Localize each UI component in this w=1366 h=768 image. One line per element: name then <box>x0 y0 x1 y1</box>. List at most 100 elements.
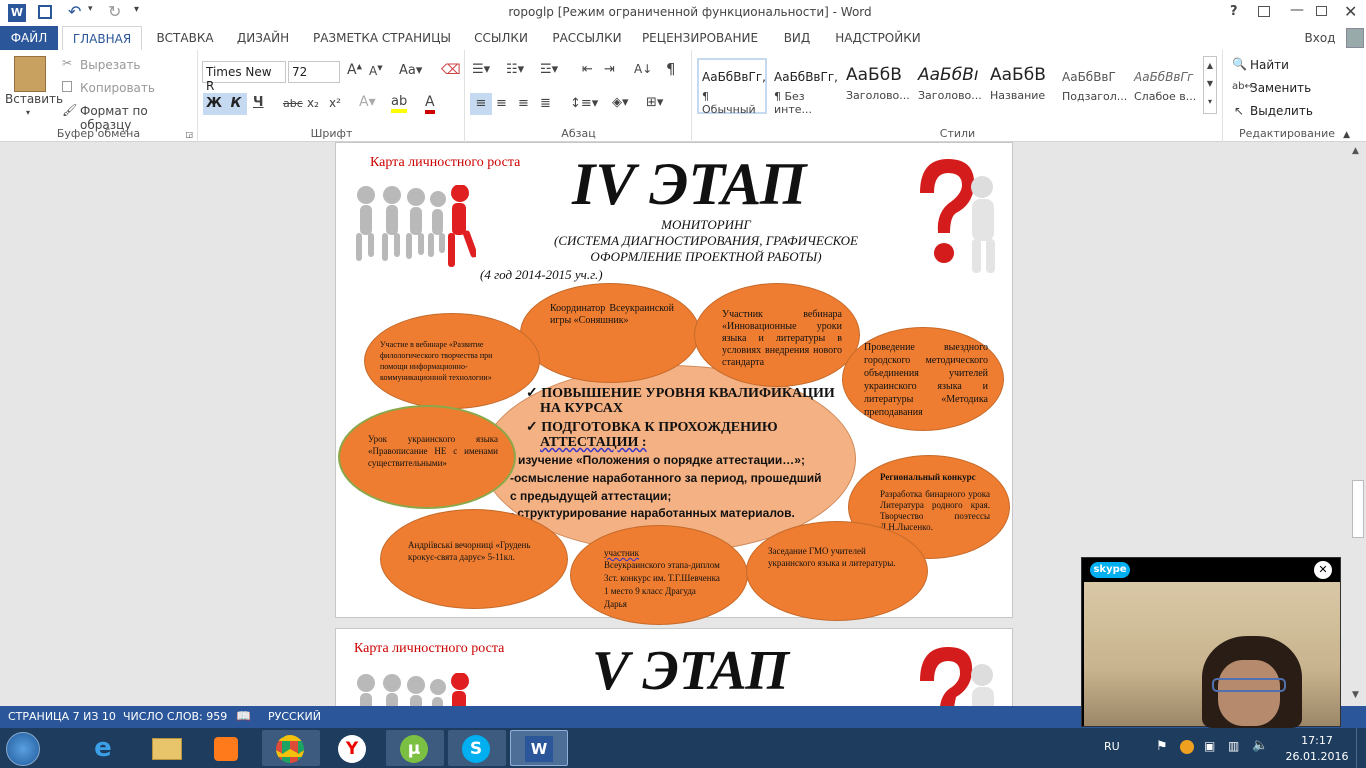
taskbar-utorrent[interactable]: µ <box>386 730 444 766</box>
select-button[interactable]: Выделить <box>1250 104 1313 118</box>
taskbar-chrome[interactable] <box>262 730 320 766</box>
font-size-select[interactable]: 72 <box>288 61 340 83</box>
tab-home[interactable]: ГЛАВНАЯ <box>62 26 142 50</box>
highlight-icon[interactable]: ab <box>391 94 408 113</box>
tray-language[interactable]: RU <box>1104 740 1120 753</box>
login-link[interactable]: Вход <box>1300 26 1340 50</box>
style-heading2[interactable]: АаБбВı Заголово... <box>915 58 985 114</box>
underline-button[interactable]: Ч <box>253 95 264 110</box>
tab-design[interactable]: ДИЗАЙН <box>228 26 298 50</box>
tab-file[interactable]: ФАЙЛ <box>0 26 58 50</box>
show-marks-icon[interactable]: ¶ <box>666 60 676 78</box>
language-indicator[interactable]: РУССКИЙ <box>268 710 321 723</box>
tab-insert[interactable]: ВСТАВКА <box>150 26 220 50</box>
taskbar-ie[interactable]: e <box>74 730 132 766</box>
tab-view[interactable]: ВИД <box>772 26 822 50</box>
page-8[interactable]: Карта личностного роста V ЭТАП <box>335 628 1013 706</box>
paste-dropdown-icon[interactable]: ▾ <box>26 108 30 117</box>
ribbon-display-icon[interactable] <box>1258 6 1270 17</box>
undo-dropdown-icon[interactable]: ▾ <box>88 4 93 14</box>
increase-indent-icon[interactable]: ⇥ <box>604 62 615 77</box>
style-subtitle[interactable]: АаБбВвГ Подзагол... <box>1059 58 1129 114</box>
numbering-icon[interactable]: ☷▾ <box>506 62 524 77</box>
text-effects-icon[interactable]: A▾ <box>359 94 376 110</box>
align-left-icon[interactable]: ≡ <box>470 93 492 115</box>
line-spacing-icon[interactable]: ↕≡▾ <box>570 96 598 111</box>
taskbar-media-player[interactable] <box>198 730 256 766</box>
strikethrough-button[interactable]: abc <box>283 97 303 110</box>
tray-app-icon[interactable] <box>1180 740 1194 754</box>
skype-video-window[interactable]: skype ✕ <box>1081 557 1341 728</box>
page-7[interactable]: Карта личностного роста IV ЭТАП МОНИТОРИ… <box>335 142 1013 625</box>
shrink-font-icon[interactable]: A▼ <box>369 64 383 78</box>
align-center-icon[interactable]: ≡ <box>496 96 507 111</box>
tab-review[interactable]: РЕЦЕНЗИРОВАНИЕ <box>640 26 760 50</box>
collapse-ribbon-icon[interactable]: ▲ <box>1343 130 1350 140</box>
customize-toolbar-icon[interactable]: ▾ <box>134 4 139 15</box>
copy-button[interactable]: Копировать <box>80 81 155 95</box>
proofing-icon[interactable]: 📖 <box>236 709 251 723</box>
bold-button[interactable]: Ж <box>203 93 225 115</box>
help-icon[interactable]: ? <box>1230 4 1238 19</box>
word-count[interactable]: ЧИСЛО СЛОВ: 959 <box>123 710 227 723</box>
close-icon[interactable]: ✕ <box>1344 2 1357 21</box>
font-name-select[interactable]: Times New R <box>202 61 286 93</box>
show-desktop-button[interactable] <box>1356 728 1366 768</box>
redo-icon[interactable]: ↻ <box>108 2 121 21</box>
subscript-button[interactable]: x₂ <box>307 96 319 110</box>
minimize-icon[interactable]: — <box>1290 2 1304 18</box>
font-color-icon[interactable]: A <box>425 94 435 114</box>
style-subtle[interactable]: АаБбВвГг Слабое в... <box>1131 58 1201 114</box>
tab-addins[interactable]: НАДСТРОЙКИ <box>830 26 926 50</box>
tray-date[interactable]: 26.01.2016 <box>1282 750 1352 763</box>
styles-scroll-icon[interactable]: ▲ ▼ ▾ <box>1203 56 1217 114</box>
tab-layout[interactable]: РАЗМЕТКА СТРАНИЦЫ <box>306 26 458 50</box>
scrollbar-thumb[interactable] <box>1352 480 1364 538</box>
justify-icon[interactable]: ≣ <box>540 96 551 111</box>
scroll-down-icon[interactable]: ▼ <box>1352 690 1359 700</box>
cut-button[interactable]: Вырезать <box>80 58 141 72</box>
italic-button[interactable]: К <box>225 93 247 115</box>
taskbar-explorer[interactable] <box>138 730 196 766</box>
user-avatar[interactable] <box>1346 28 1364 48</box>
decrease-indent-icon[interactable]: ⇤ <box>582 62 593 77</box>
taskbar-word[interactable]: W <box>510 730 568 766</box>
shading-icon[interactable]: ◈▾ <box>612 95 629 110</box>
taskbar-yandex[interactable]: Y <box>324 730 382 766</box>
grow-font-icon[interactable]: A▲ <box>347 62 362 78</box>
start-button[interactable] <box>6 732 40 766</box>
format-painter-icon[interactable]: 🖌 <box>62 103 77 117</box>
tab-mailings[interactable]: РАССЫЛКИ <box>544 26 630 50</box>
tray-time[interactable]: 17:17 <box>1282 734 1352 747</box>
page-count[interactable]: СТРАНИЦА 7 ИЗ 10 <box>8 710 116 723</box>
replace-button[interactable]: Заменить <box>1250 81 1311 95</box>
paste-button[interactable]: Вставить <box>5 92 63 106</box>
paste-icon[interactable] <box>14 56 46 92</box>
align-right-icon[interactable]: ≡ <box>518 96 529 111</box>
borders-icon[interactable]: ⊞▾ <box>646 95 663 110</box>
word-app-icon[interactable]: W <box>8 4 26 22</box>
find-button[interactable]: Найти <box>1250 58 1289 72</box>
scroll-up-icon[interactable]: ▲ <box>1352 146 1359 156</box>
taskbar-skype[interactable]: S <box>448 730 506 766</box>
save-icon[interactable] <box>38 5 52 19</box>
style-no-spacing[interactable]: АаБбВвГг, ¶ Без инте... <box>771 58 841 116</box>
style-heading1[interactable]: АаБбВ Заголово... <box>843 58 913 114</box>
style-title[interactable]: АаБбВ Название <box>987 58 1057 114</box>
undo-icon[interactable]: ↶ <box>68 2 81 21</box>
copy-icon[interactable] <box>62 81 72 92</box>
find-icon[interactable]: 🔍 <box>1232 57 1247 71</box>
sort-icon[interactable]: A↓ <box>634 62 652 76</box>
select-icon[interactable]: ↖ <box>1234 104 1244 118</box>
maximize-icon[interactable] <box>1316 6 1327 16</box>
bullets-icon[interactable]: ☰▾ <box>472 62 490 77</box>
tray-volume-icon[interactable]: 🔈 <box>1252 738 1268 753</box>
tray-network-icon[interactable]: ▥ <box>1228 739 1239 753</box>
skype-close-icon[interactable]: ✕ <box>1314 561 1332 579</box>
tab-references[interactable]: ССЫЛКИ <box>468 26 534 50</box>
superscript-button[interactable]: x² <box>329 96 341 110</box>
change-case-icon[interactable]: Aa▾ <box>399 63 422 78</box>
clear-formatting-icon[interactable]: ⌫ <box>441 62 461 78</box>
tray-device-icon[interactable]: ▣ <box>1204 739 1215 753</box>
clipboard-launcher-icon[interactable]: ◲ <box>185 130 193 139</box>
